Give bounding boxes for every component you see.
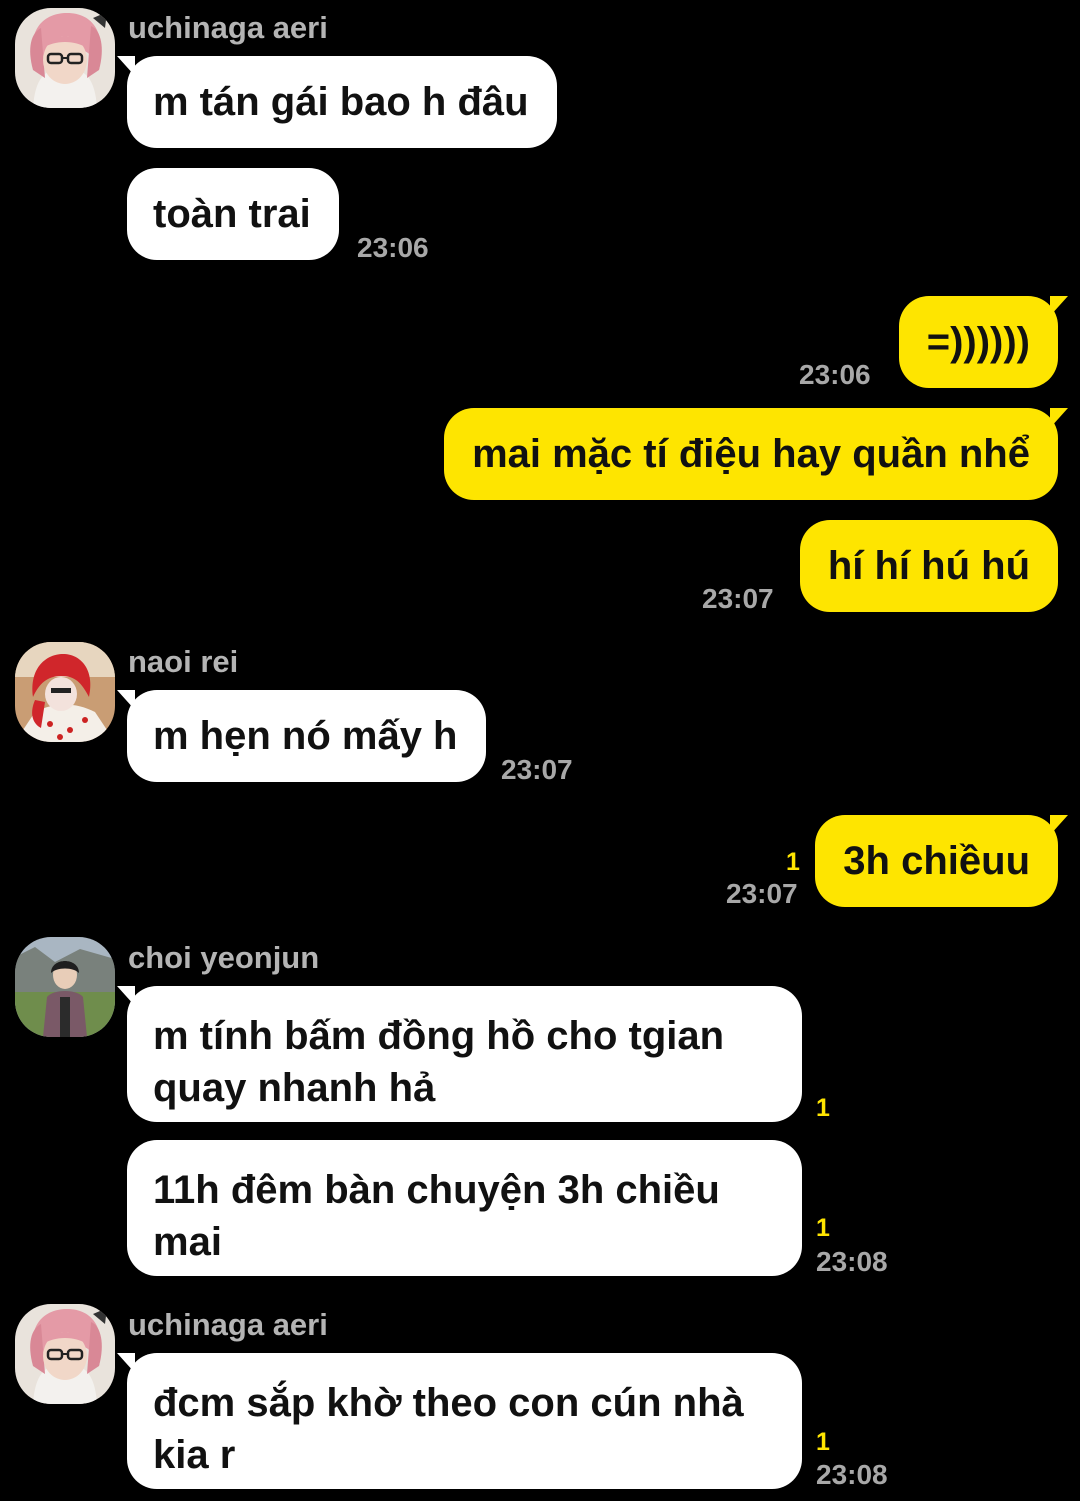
message-text: toàn trai (153, 192, 311, 236)
sender-name: uchinaga aeri (128, 10, 328, 45)
unread-count: 1 (786, 848, 800, 876)
message-text: m hẹn nó mấy h (153, 714, 458, 758)
bubble-tail (1050, 408, 1068, 428)
bubble-tail (117, 690, 135, 710)
message-bubble[interactable]: toàn trai (127, 168, 339, 260)
unread-count: 1 (816, 1428, 830, 1456)
bubble-tail (1050, 296, 1068, 316)
message-text: đcm sắp khờ theo con cún nhà kia r (153, 1381, 744, 1477)
message-text: hí hí hú hú (827, 544, 1030, 588)
pink-haired-girl-avatar-icon (15, 8, 115, 108)
message-bubble[interactable]: đcm sắp khờ theo con cún nhà kia r (117, 1353, 802, 1489)
message-time: 23:06 (799, 359, 871, 390)
message-time: 23:07 (702, 583, 774, 614)
avatar[interactable] (15, 8, 115, 108)
message-bubble[interactable]: mai mặc tí điệu hay quần nhể (444, 408, 1068, 500)
message-bubble[interactable]: =)))))) (898, 296, 1068, 388)
message-text: m tán gái bao h đâu (153, 80, 529, 124)
bubble-tail (117, 986, 135, 1006)
sender-name: naoi rei (128, 644, 239, 679)
message-text: =)))))) (926, 320, 1030, 364)
message-bubble[interactable]: hí hí hú hú (799, 520, 1058, 612)
message-text: mai mặc tí điệu hay quần nhể (472, 432, 1030, 476)
sender-name: choi yeonjun (128, 940, 320, 975)
message-time: 23:07 (501, 754, 573, 785)
message-bubble[interactable]: 11h đêm bàn chuyện 3h chiều mai (127, 1140, 802, 1276)
bubble-tail (1050, 815, 1068, 835)
avatar[interactable] (15, 1304, 115, 1404)
bubble-tail (117, 1353, 135, 1373)
boy-in-park-avatar-icon (15, 937, 115, 1037)
message-text: m tính bấm đồng hồ cho tgian quay nhanh … (153, 1014, 725, 1110)
avatar[interactable] (15, 937, 115, 1037)
message-bubble[interactable]: m hẹn nó mấy h (117, 690, 486, 782)
message-bubble[interactable]: m tán gái bao h đâu (117, 56, 557, 148)
pink-haired-girl-avatar-icon (15, 1304, 115, 1404)
unread-count: 1 (816, 1094, 830, 1122)
sender-name: uchinaga aeri (128, 1307, 328, 1342)
message-bubble[interactable]: 3h chiềuu (815, 815, 1068, 907)
avatar[interactable] (15, 642, 115, 742)
red-bonnet-girl-avatar-icon (15, 642, 115, 742)
unread-count: 1 (816, 1214, 830, 1242)
bubble-tail (117, 56, 135, 76)
message-time: 23:08 (816, 1459, 888, 1490)
message-bubble[interactable]: m tính bấm đồng hồ cho tgian quay nhanh … (117, 986, 802, 1122)
message-time: 23:08 (816, 1246, 888, 1277)
message-text: 11h đêm bàn chuyện 3h chiều mai (153, 1168, 720, 1264)
message-time: 23:06 (357, 232, 429, 263)
message-time: 23:07 (726, 878, 798, 909)
message-text: 3h chiềuu (843, 839, 1030, 883)
